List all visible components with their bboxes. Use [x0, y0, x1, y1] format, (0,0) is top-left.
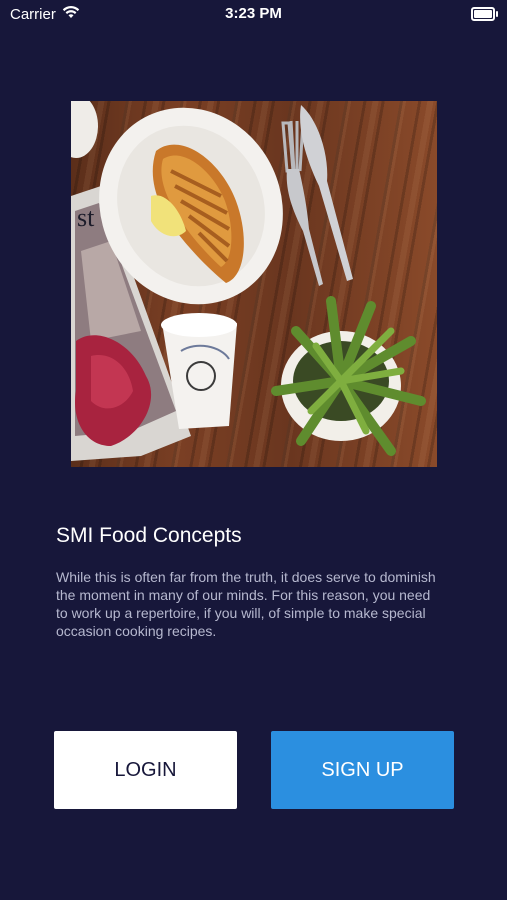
food-photo: st	[71, 101, 426, 461]
plant	[271, 296, 426, 456]
signup-button[interactable]: SIGN UP	[271, 731, 454, 809]
status-bar: Carrier 3:23 PM	[0, 0, 507, 28]
status-time: 3:23 PM	[225, 5, 282, 22]
cutlery	[281, 105, 353, 286]
battery-icon	[471, 7, 498, 21]
page-description: While this is often far from the truth, …	[56, 569, 436, 639]
login-button[interactable]: LOGIN	[54, 731, 237, 809]
hero-image: st	[71, 101, 437, 467]
page-title: SMI Food Concepts	[56, 524, 242, 547]
svg-text:st: st	[77, 203, 95, 232]
